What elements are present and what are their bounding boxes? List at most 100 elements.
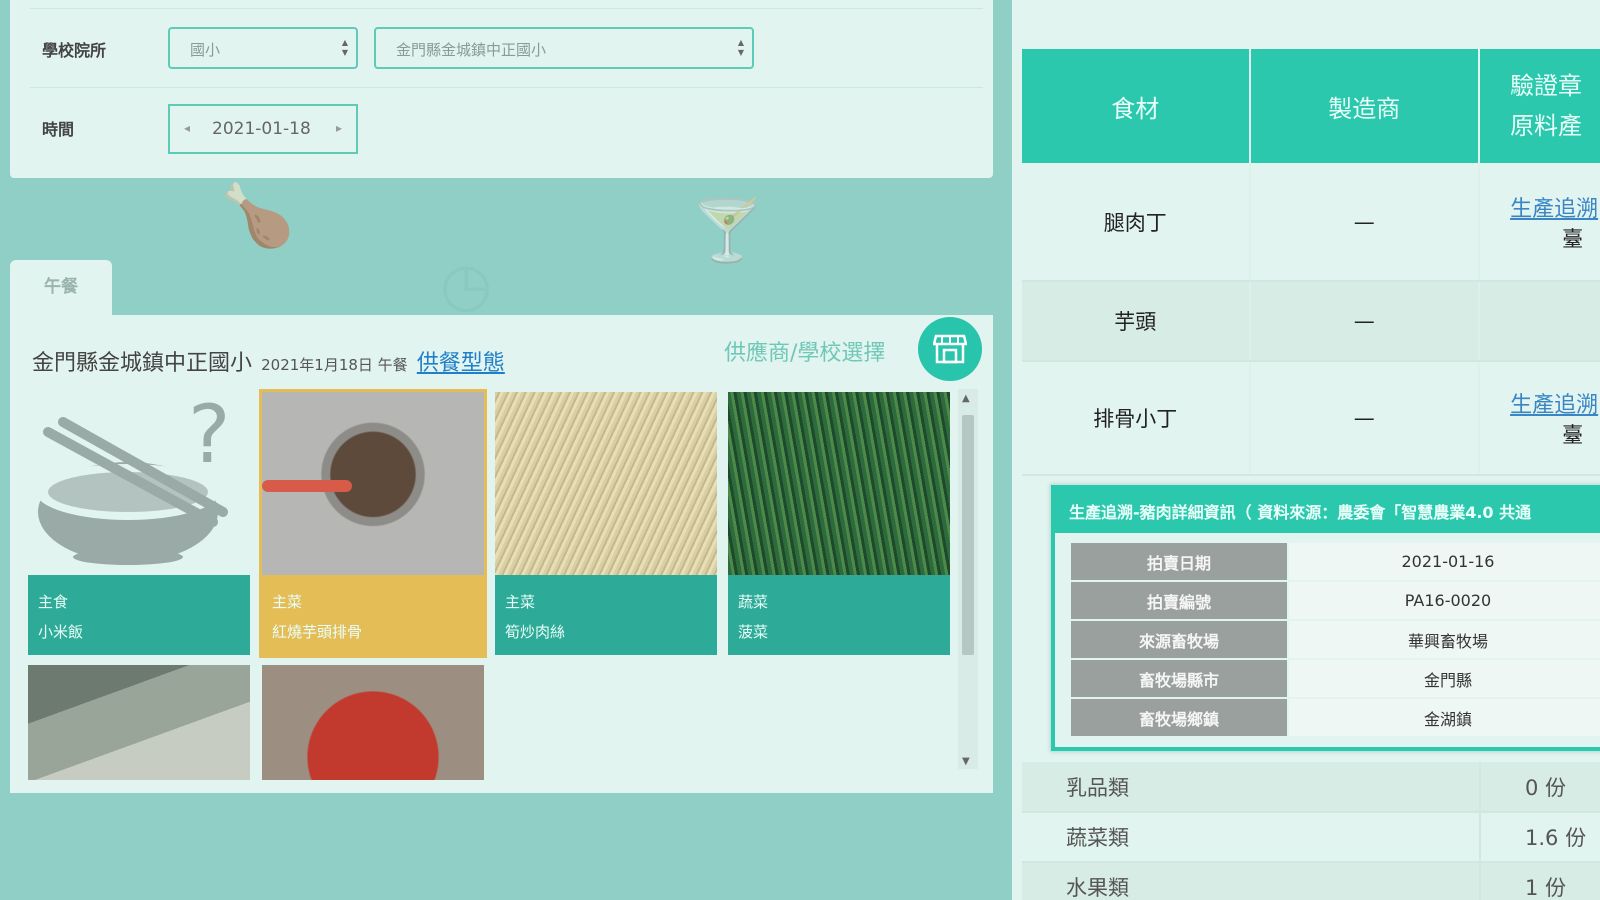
dish-name: 紅燒芋頭排骨	[272, 623, 363, 641]
store-icon	[933, 334, 967, 364]
meal-date: 2021年1月18日 午餐	[261, 356, 408, 374]
trace-detail-popup: 生產追溯-豬肉詳細資訊（ 資料來源：農委會「智慧農業4.0 共通 拍賣日期 202…	[1050, 484, 1600, 752]
school-select-value: 金門縣金城鎮中正國小	[396, 41, 547, 59]
detail-value: 2021-01-16	[1287, 541, 1600, 582]
nutrition-row: 乳品類 0 份	[1022, 762, 1600, 813]
svg-text:?: ?	[188, 392, 230, 481]
dish-photo	[262, 665, 484, 780]
detail-key: 畜牧場縣市	[1069, 658, 1289, 699]
dish-list-scrollbar[interactable]: ▲ ▼	[958, 389, 978, 769]
dish-category: 主菜	[272, 593, 303, 611]
col-header-certification: 驗證章 原料產	[1479, 49, 1600, 163]
no-image-bowl-icon: ?	[28, 392, 250, 575]
col-header-manufacturer: 製造商	[1249, 49, 1481, 163]
level-select[interactable]: 國小 ▲ ▼	[168, 27, 358, 69]
meal-header: 金門縣金城鎮中正國小 2021年1月18日 午餐 供餐型態	[32, 345, 505, 377]
level-select-value: 國小	[190, 41, 221, 59]
meal-type-link[interactable]: 供餐型態	[417, 351, 505, 376]
dish-name: 小米飯	[38, 623, 84, 641]
time-label: 時間	[42, 120, 75, 139]
supplier-select-button[interactable]	[918, 317, 982, 381]
origin: 臺	[1562, 423, 1584, 447]
table-row: 腿肉丁 — 生產追溯 臺	[1022, 163, 1600, 282]
detail-key: 拍賣編號	[1069, 580, 1289, 621]
food-group: 乳品類	[1022, 762, 1481, 813]
dish-caption: 主菜 紅燒芋頭排骨	[262, 575, 484, 655]
detail-key: 來源畜牧場	[1069, 619, 1289, 660]
school-select[interactable]: 金門縣金城鎮中正國小 ▲ ▼	[374, 27, 754, 69]
meal-school-name: 金門縣金城鎮中正國小	[32, 351, 253, 376]
dish-photo	[495, 392, 717, 575]
ingredient-name: 芋頭	[1022, 281, 1251, 362]
clock-icon: ◷	[440, 250, 493, 320]
manufacturer: —	[1249, 163, 1481, 282]
date-picker[interactable]: ◂ 2021-01-18 ▸	[168, 104, 358, 154]
meal-card: 金門縣金城鎮中正國小 2021年1月18日 午餐 供餐型態 供應商/學校選擇 ?…	[10, 315, 993, 793]
col-header-ingredient: 食材	[1022, 49, 1251, 163]
supplier-school-select-label[interactable]: 供應商/學校選擇	[724, 335, 885, 367]
manufacturer: —	[1249, 281, 1481, 362]
ingredient-name: 腿肉丁	[1022, 163, 1251, 282]
trace-detail-table: 拍賣日期 2021-01-16 拍賣編號 PA16-0020 來源畜牧場 華興畜牧場 …	[1069, 541, 1600, 738]
dish-caption: 蔬菜 菠菜	[728, 575, 950, 655]
detail-row: 畜牧場縣市 金門縣	[1069, 658, 1600, 699]
dish-tile-main-selected[interactable]: 主菜 紅燒芋頭排骨	[259, 389, 487, 658]
next-date-icon[interactable]: ▸	[336, 121, 342, 135]
detail-key: 拍賣日期	[1069, 541, 1289, 582]
manufacturer: —	[1249, 361, 1481, 476]
prev-date-icon[interactable]: ◂	[184, 121, 190, 135]
ingredient-table-header: 食材 製造商 驗證章 原料產	[1022, 49, 1600, 163]
trace-link[interactable]: 生產追溯	[1510, 387, 1600, 419]
dish-photo	[28, 665, 250, 780]
popup-body: 拍賣日期 2021-01-16 拍賣編號 PA16-0020 來源畜牧場 華興畜牧場 …	[1055, 533, 1600, 747]
certification-cell: 生產追溯 臺	[1479, 163, 1600, 282]
dish-name: 菠菜	[738, 623, 769, 641]
tab-lunch[interactable]: 午餐	[10, 260, 112, 315]
nutrition-row: 水果類 1 份	[1022, 862, 1600, 900]
dish-category: 蔬菜	[738, 593, 769, 611]
detail-row: 拍賣編號 PA16-0020	[1069, 580, 1600, 621]
detail-row: 拍賣日期 2021-01-16	[1069, 541, 1600, 582]
scroll-down-icon[interactable]: ▼	[962, 756, 970, 767]
dish-tile-vegetable[interactable]: 蔬菜 菠菜	[728, 392, 950, 655]
origin: —	[1479, 281, 1600, 362]
dish-photo	[728, 392, 950, 575]
filter-panel: 學校院所 國小 ▲ ▼ 金門縣金城鎮中正國小 ▲ ▼ 時間 ◂ 2021-01-18…	[10, 0, 993, 178]
dish-photo	[262, 392, 484, 575]
dish-category: 主菜	[505, 593, 536, 611]
detail-value: 金門縣	[1287, 658, 1600, 699]
scrollbar-thumb[interactable]	[962, 415, 974, 655]
certification-cell: 生產追溯 臺	[1479, 361, 1600, 476]
detail-value: 金湖鎮	[1287, 697, 1600, 738]
dish-caption: 主食 小米飯	[28, 575, 250, 655]
origin: 臺	[1562, 226, 1584, 251]
dish-tile-soup[interactable]	[28, 665, 250, 780]
servings: 0 份	[1480, 762, 1600, 813]
school-filter-row: 學校院所 國小 ▲ ▼ 金門縣金城鎮中正國小 ▲ ▼	[30, 8, 983, 88]
nutrition-row: 蔬菜類 1.6 份	[1022, 812, 1600, 863]
detail-value: 華興畜牧場	[1287, 619, 1600, 660]
dish-tile-main[interactable]: 主菜 筍炒肉絲	[495, 392, 717, 655]
detail-row: 來源畜牧場 華興畜牧場	[1069, 619, 1600, 660]
trace-link[interactable]: 生產追溯	[1510, 191, 1600, 223]
dish-tile-fruit[interactable]	[262, 665, 484, 780]
table-row: 芋頭 — —	[1022, 281, 1600, 362]
servings: 1.6 份	[1480, 812, 1600, 863]
dish-caption: 主菜 筍炒肉絲	[495, 575, 717, 655]
scroll-up-icon[interactable]: ▲	[962, 393, 970, 404]
time-filter-row: 時間 ◂ 2021-01-18 ▸	[30, 88, 983, 168]
food-group: 水果類	[1022, 862, 1481, 900]
ingredient-table: 食材 製造商 驗證章 原料產 腿肉丁 — 生產追溯 臺 芋頭 — — 排骨小丁 …	[1022, 49, 1600, 476]
detail-key: 畜牧場鄉鎮	[1069, 697, 1289, 738]
servings: 1 份	[1480, 862, 1600, 900]
dish-category: 主食	[38, 593, 69, 611]
school-label: 學校院所	[42, 41, 107, 60]
dish-name: 筍炒肉絲	[505, 623, 566, 641]
dish-tile-staple[interactable]: ? 主食 小米飯	[28, 392, 250, 655]
popup-title: 生產追溯-豬肉詳細資訊（ 資料來源：農委會「智慧農業4.0 共通	[1069, 503, 1532, 522]
food-group: 蔬菜類	[1022, 812, 1481, 863]
select-arrows-icon: ▲ ▼	[341, 38, 348, 57]
detail-row: 畜牧場鄉鎮 金湖鎮	[1069, 697, 1600, 738]
nutrition-table: 乳品類 0 份 蔬菜類 1.6 份 水果類 1 份	[1022, 762, 1600, 900]
chicken-icon: 🍗	[220, 181, 295, 251]
